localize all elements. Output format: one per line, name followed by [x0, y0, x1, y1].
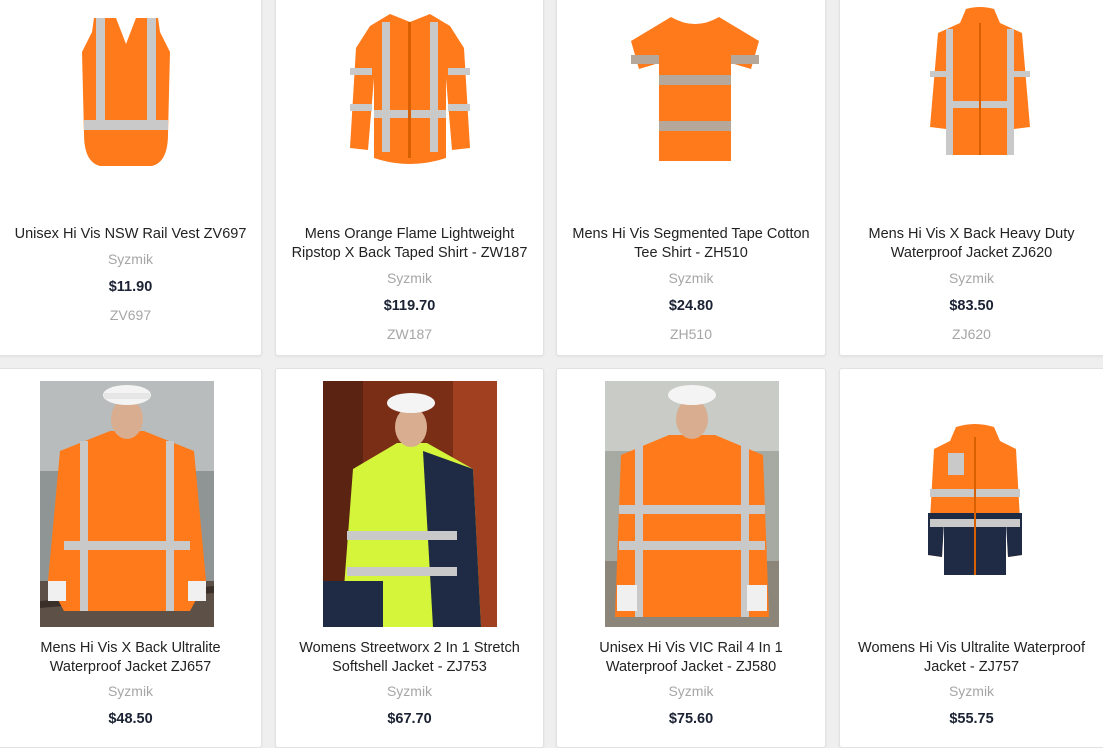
product-brand: Syzmik [107, 251, 154, 267]
product-price: $24.80 [668, 298, 714, 314]
product-sku: ZW187 [386, 326, 433, 342]
product-sku: ZV697 [109, 307, 152, 323]
product-name[interactable]: Unisex Hi Vis VIC Rail 4 In 1 Waterproof… [557, 639, 825, 677]
product-card[interactable]: Womens Hi Vis Ultralite Waterproof Jacke… [839, 368, 1103, 748]
product-name[interactable]: Mens Orange Flame Lightweight Ripstop X … [276, 225, 543, 263]
product-card[interactable]: Womens Streetworx 2 In 1 Stretch Softshe… [275, 368, 544, 748]
product-price: $75.60 [668, 711, 714, 727]
product-price: $67.70 [387, 711, 432, 727]
tee-shirt-icon[interactable] [627, 13, 763, 165]
product-name[interactable]: Unisex Hi Vis NSW Rail Vest ZV697 [0, 225, 261, 244]
worker-photo-icon[interactable] [40, 381, 214, 627]
product-brand: Syzmik [386, 683, 433, 699]
product-name[interactable]: Womens Hi Vis Ultralite Waterproof Jacke… [840, 639, 1103, 677]
hooded-jacket-icon[interactable] [928, 7, 1032, 163]
product-name[interactable]: Womens Streetworx 2 In 1 Stretch Softshe… [276, 639, 543, 677]
product-name[interactable]: Mens Hi Vis X Back Ultralite Waterproof … [0, 639, 261, 677]
product-card[interactable]: Unisex Hi Vis VIC Rail 4 In 1 Waterproof… [556, 368, 826, 748]
product-sku: ZH510 [669, 326, 713, 342]
long-sleeve-shirt-icon[interactable] [346, 8, 474, 171]
two-tone-jacket-icon[interactable] [926, 423, 1024, 583]
product-card[interactable]: Unisex Hi Vis NSW Rail Vest ZV697 Syzmik… [0, 0, 262, 356]
hi-vis-vest-icon[interactable] [76, 14, 176, 170]
product-card[interactable]: Mens Hi Vis X Back Heavy Duty Waterproof… [839, 0, 1103, 356]
product-card[interactable]: Mens Hi Vis Segmented Tape Cotton Tee Sh… [556, 0, 826, 356]
product-card[interactable]: Mens Orange Flame Lightweight Ripstop X … [275, 0, 544, 356]
product-brand: Syzmik [948, 270, 995, 286]
product-name[interactable]: Mens Hi Vis Segmented Tape Cotton Tee Sh… [557, 225, 825, 263]
product-brand: Syzmik [386, 270, 433, 286]
worker-photo-icon[interactable] [605, 381, 779, 627]
product-name[interactable]: Mens Hi Vis X Back Heavy Duty Waterproof… [840, 225, 1103, 263]
product-brand: Syzmik [668, 270, 714, 286]
product-brand: Syzmik [948, 683, 995, 699]
product-price: $83.50 [949, 298, 994, 314]
product-price: $55.75 [949, 711, 994, 727]
product-price: $119.70 [383, 298, 436, 314]
product-brand: Syzmik [107, 683, 154, 699]
product-price: $48.50 [108, 711, 153, 727]
worker-photo-icon[interactable] [323, 381, 497, 627]
product-sku: ZJ620 [952, 326, 991, 342]
product-card[interactable]: Mens Hi Vis X Back Ultralite Waterproof … [0, 368, 262, 748]
product-brand: Syzmik [668, 683, 714, 699]
product-price: $11.90 [108, 279, 153, 295]
